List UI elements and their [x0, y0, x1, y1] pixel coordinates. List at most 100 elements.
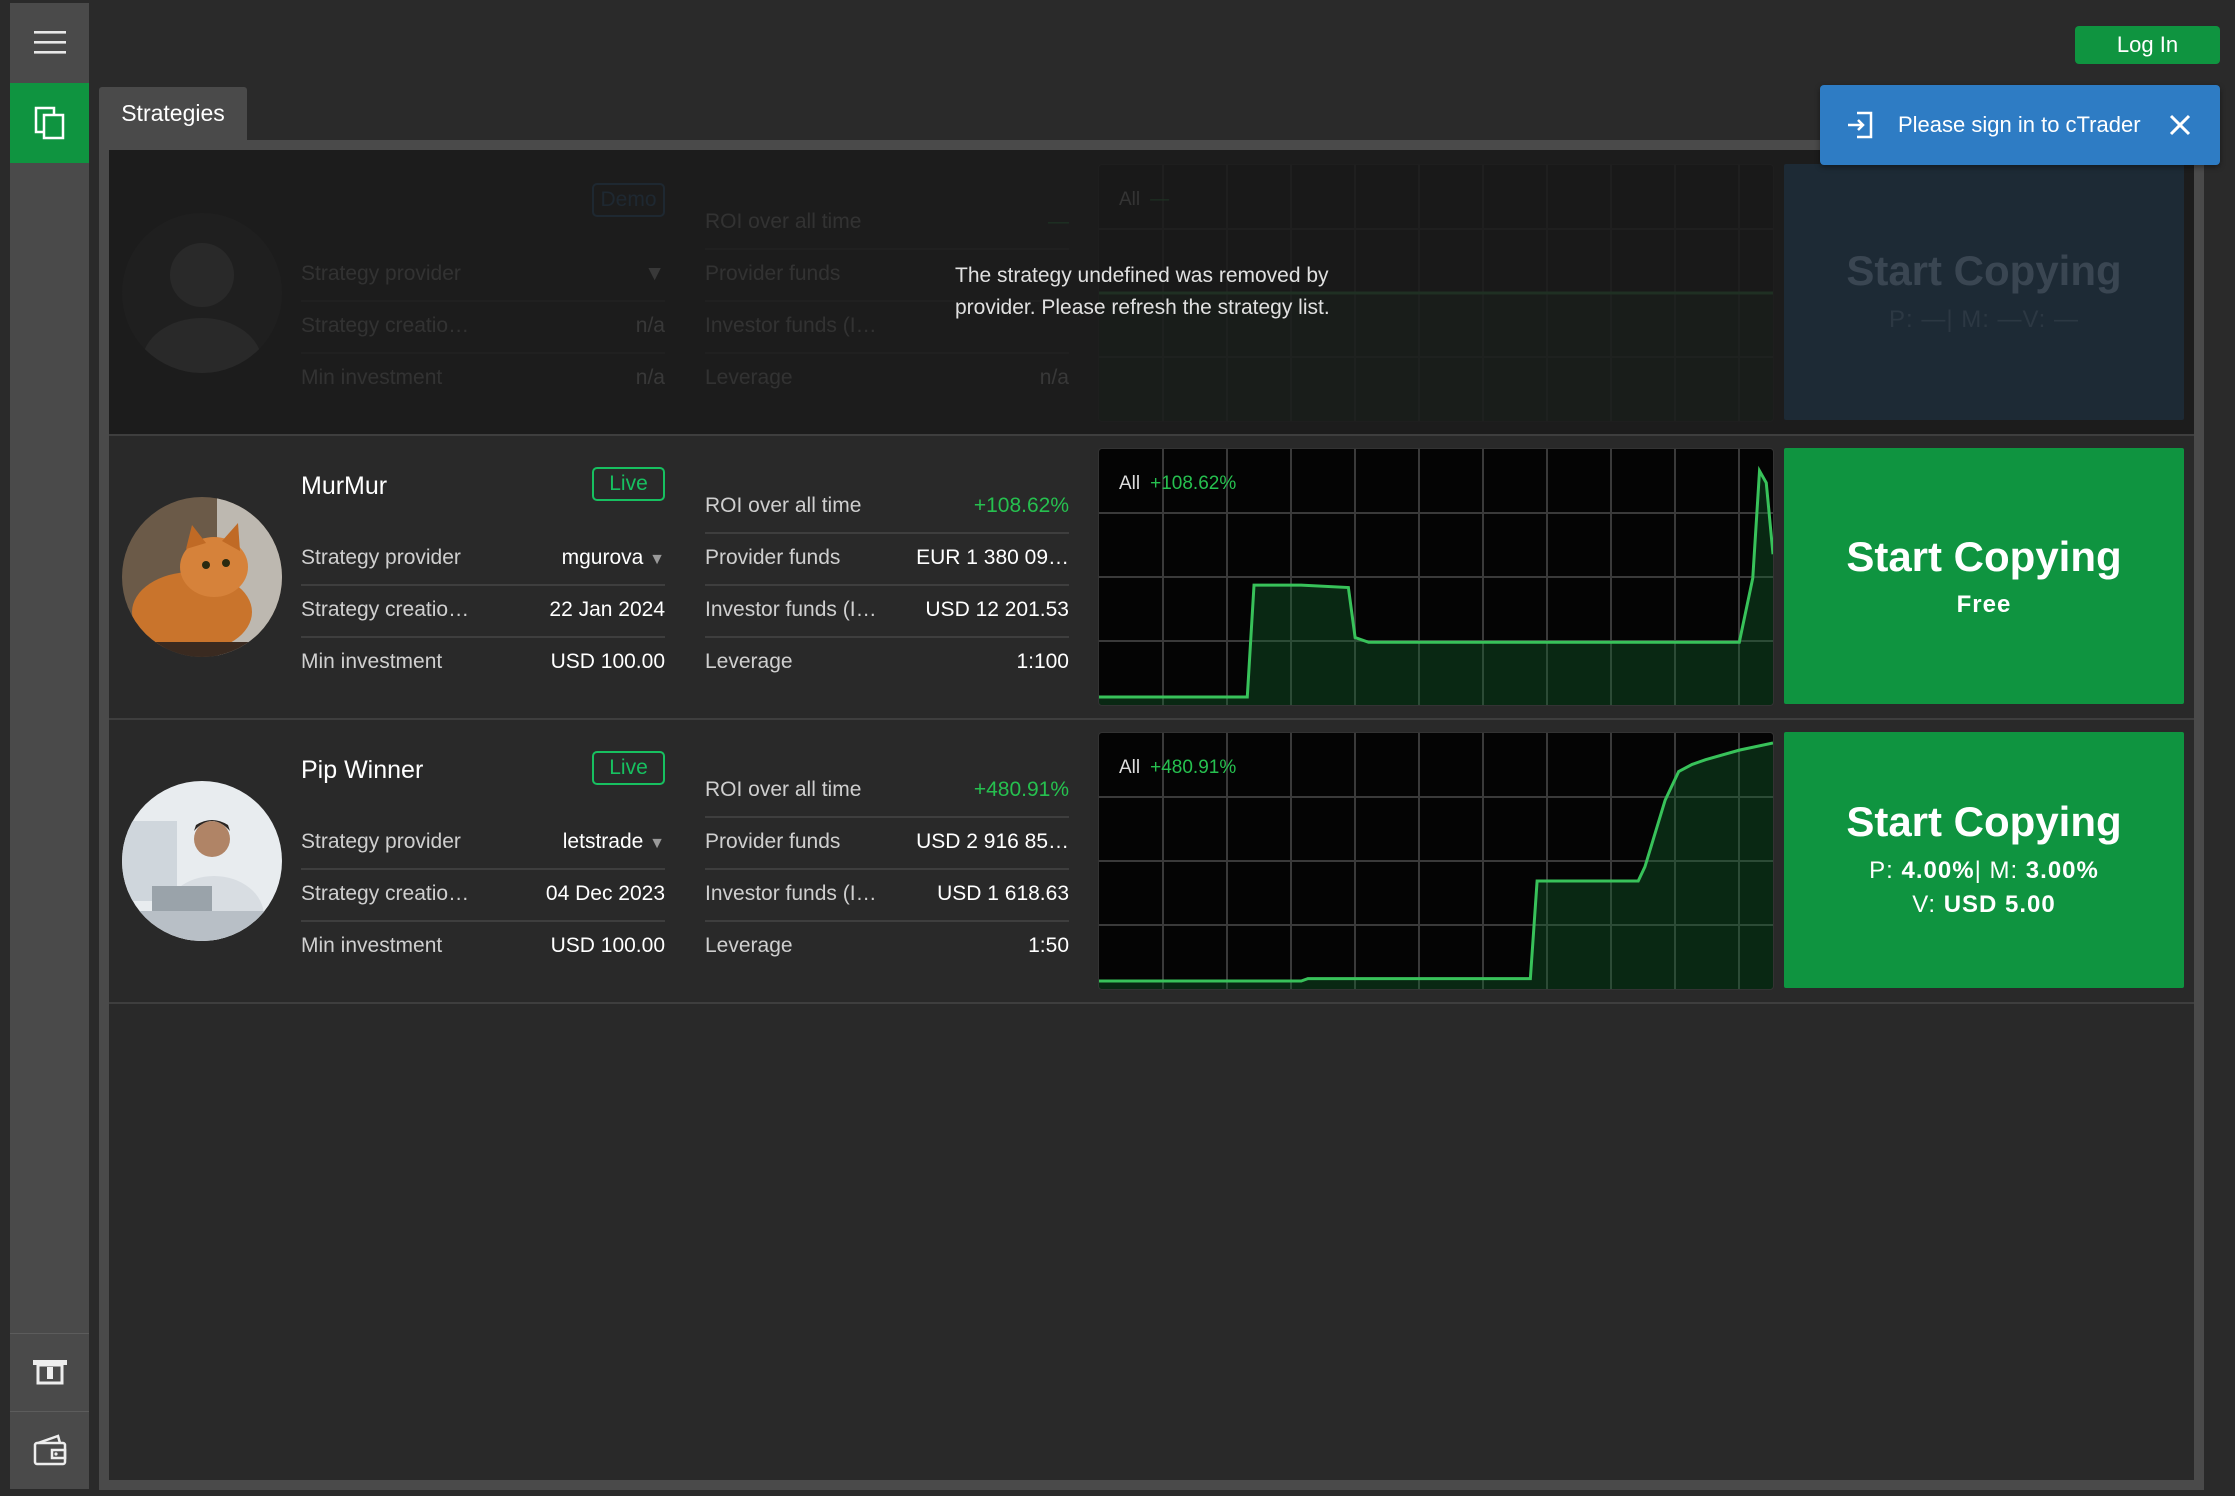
chevron-down-icon: ▼	[649, 835, 665, 852]
start-copying-button[interactable]: Start Copying P: —| M: —V: —	[1784, 164, 2184, 420]
provider-funds-label: Provider funds	[705, 830, 841, 853]
investor-funds-row: Investor funds (I… USD 12 201.53	[705, 584, 1069, 638]
roi-label: ROI over all time	[705, 494, 862, 517]
log-in-button[interactable]: Log In	[2075, 26, 2220, 64]
creation-label: Strategy creatio…	[301, 882, 470, 905]
chart-range-label: All +108.62%	[1119, 473, 1237, 494]
tab-strategies[interactable]: Strategies	[99, 87, 247, 140]
roi-label: ROI over all time	[705, 778, 862, 801]
provider-label: Strategy provider	[301, 830, 461, 853]
demo-badge: Demo	[592, 183, 665, 217]
toast-message: Please sign in to cTrader	[1898, 112, 2141, 137]
chart-roi-label: +108.62%	[1150, 473, 1237, 494]
chart-roi-label: +480.91%	[1150, 757, 1237, 778]
chart-range-label: All —	[1119, 189, 1170, 210]
creation-value: 22 Jan 2024	[549, 598, 665, 621]
provider-funds-value: USD 2 916 85…	[916, 830, 1069, 853]
investor-funds-row: Investor funds (I… USD 1 618.63	[705, 868, 1069, 922]
fees-label: P: 4.00%| M: 3.00% V: USD 5.00	[1869, 857, 2099, 918]
strategy-card-removed: Demo Strategy provider ▼ Strategy creati…	[109, 150, 2194, 436]
chevron-down-icon: ▼	[649, 551, 665, 568]
start-copying-label: Start Copying	[1846, 533, 2122, 580]
live-badge: Live	[592, 751, 665, 785]
atm-nav-button[interactable]	[10, 1333, 89, 1410]
atm-icon	[32, 1360, 67, 1385]
provider-row: Strategy provider ▼	[301, 248, 665, 302]
strategies-list: Demo Strategy provider ▼ Strategy creati…	[109, 150, 2194, 1480]
leverage-row: Leverage 1:50	[705, 920, 1069, 972]
roi-row: ROI over all time +480.91%	[705, 764, 1069, 818]
min-investment-row: Min investment n/a	[301, 352, 665, 404]
chart-roi-label: —	[1150, 189, 1170, 210]
leverage-row: Leverage n/a	[705, 352, 1069, 404]
strategies-panel: Demo Strategy provider ▼ Strategy creati…	[99, 140, 2204, 1490]
roi-value: +480.91%	[973, 778, 1069, 801]
wallet-nav-button[interactable]	[10, 1411, 89, 1488]
investor-funds-label: Investor funds (I…	[705, 598, 877, 621]
avatar	[122, 781, 282, 941]
creation-row: Strategy creatio… 04 Dec 2023	[301, 868, 665, 922]
creation-row: Strategy creatio… n/a	[301, 300, 665, 354]
provider-funds-label: Provider funds	[705, 262, 841, 285]
sign-in-toast[interactable]: Please sign in to cTrader	[1820, 85, 2220, 165]
investor-funds-label: Investor funds (I…	[705, 882, 877, 905]
provider-dropdown-icon[interactable]: ▼	[644, 262, 665, 286]
start-copying-label: Start Copying	[1846, 798, 2122, 845]
chart-area	[1099, 743, 1773, 989]
strategy-name[interactable]: Pip Winner	[301, 756, 423, 785]
roi-value: +108.62%	[973, 494, 1069, 517]
min-investment-value: USD 100.00	[550, 934, 665, 957]
provider-funds-value: EUR 1 380 09…	[916, 546, 1069, 569]
strategy-card-murmur[interactable]: MurMur Live Strategy provider mgurova ▼ …	[109, 434, 2194, 720]
roi-row: ROI over all time +108.62%	[705, 480, 1069, 534]
provider-dropdown[interactable]: letstrade ▼	[563, 830, 665, 854]
provider-funds-row: Provider funds EUR 1 380 09…	[705, 532, 1069, 586]
left-sidebar	[10, 3, 89, 1489]
min-investment-label: Min investment	[301, 934, 443, 957]
hamburger-menu-button[interactable]	[10, 3, 89, 80]
min-investment-row: Min investment USD 100.00	[301, 636, 665, 688]
investor-funds-value: USD 1 618.63	[937, 882, 1069, 905]
sign-in-icon	[1844, 109, 1876, 141]
provider-dropdown[interactable]: mgurova ▼	[562, 546, 665, 570]
creation-label: Strategy creatio…	[301, 314, 470, 337]
start-copying-label: Start Copying	[1846, 247, 2122, 294]
strategy-name[interactable]: MurMur	[301, 472, 387, 501]
investor-funds-value: USD 12 201.53	[925, 598, 1069, 621]
fees-label: P: —| M: —V: —	[1888, 306, 2080, 333]
chart-range-label: All +480.91%	[1119, 757, 1237, 778]
investor-funds-label: Investor funds (I…	[705, 314, 877, 337]
strategy-removed-message: The strategy undefined was removed by pr…	[955, 264, 1330, 319]
hamburger-menu-icon	[33, 30, 66, 54]
roi-label: ROI over all time	[705, 210, 862, 233]
provider-name: mgurova	[561, 546, 644, 569]
leverage-label: Leverage	[705, 366, 793, 389]
creation-label: Strategy creatio…	[301, 598, 470, 621]
provider-row: Strategy provider mgurova ▼	[301, 532, 665, 586]
start-copying-button[interactable]: Start Copying P: 4.00%| M: 3.00% V: USD …	[1784, 732, 2184, 988]
chart-area	[1099, 470, 1773, 705]
strategy-card-pip-winner[interactable]: Pip Winner Live Strategy provider letstr…	[109, 718, 2194, 1004]
creation-value: 04 Dec 2023	[545, 882, 665, 905]
provider-name: letstrade	[562, 830, 644, 853]
close-icon[interactable]	[2167, 112, 2193, 138]
wallet-icon	[33, 1434, 66, 1466]
avatar	[122, 497, 282, 657]
leverage-value: 1:50	[1028, 934, 1069, 957]
leverage-label: Leverage	[705, 650, 793, 673]
live-badge: Live	[592, 467, 665, 501]
equity-chart[interactable]: All +480.91%	[1098, 732, 1774, 990]
copy-icon	[34, 106, 64, 140]
provider-label: Strategy provider	[301, 262, 461, 285]
provider-funds-label: Provider funds	[705, 546, 841, 569]
provider-row: Strategy provider letstrade ▼	[301, 816, 665, 870]
creation-row: Strategy creatio… 22 Jan 2024	[301, 584, 665, 638]
provider-funds-row: Provider funds USD 2 916 85…	[705, 816, 1069, 870]
roi-row: ROI over all time —	[705, 196, 1069, 250]
min-investment-value: USD 100.00	[550, 650, 665, 673]
equity-chart[interactable]: All +108.62%	[1098, 448, 1774, 706]
leverage-value: 1:100	[1016, 650, 1069, 673]
copy-trading-nav-button[interactable]	[10, 83, 89, 163]
start-copying-button[interactable]: Start Copying Free	[1784, 448, 2184, 704]
avatar-placeholder	[122, 213, 282, 373]
